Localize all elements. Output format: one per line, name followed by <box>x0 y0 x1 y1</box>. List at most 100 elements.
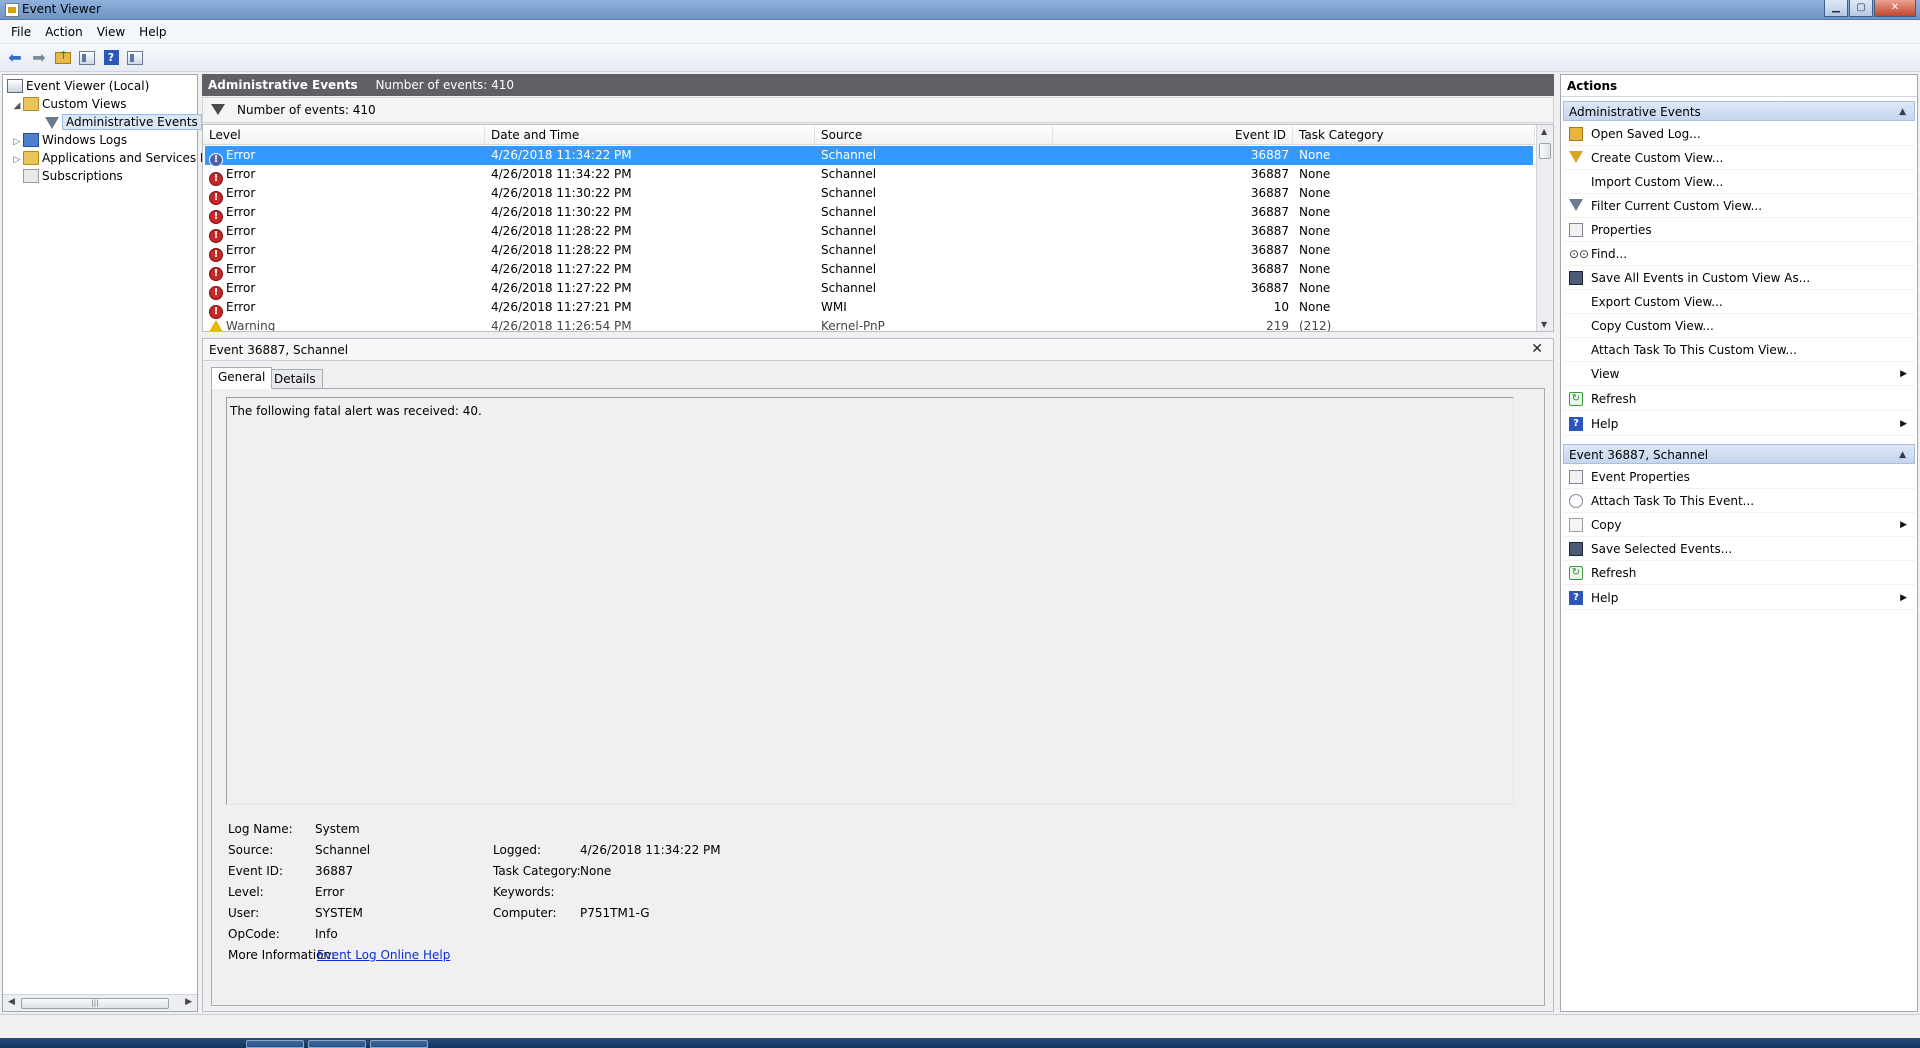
event-row[interactable]: ! Error 4/26/2018 11:30:22 PM Schannel 36… <box>205 203 1533 224</box>
event-row[interactable]: ! Error 4/26/2018 11:27:22 PM Schannel 36… <box>205 279 1533 300</box>
expanded-triangle-icon[interactable]: ◢ <box>11 97 23 115</box>
tree-horizontal-scrollbar[interactable]: ◀ ||| ▶ <box>3 994 197 1011</box>
collapsed-triangle-icon[interactable]: ▷ <box>11 151 23 169</box>
event-viewer-app-icon <box>5 3 19 17</box>
action-attach-task-to-event[interactable]: Attach Task To This Event... <box>1563 490 1915 513</box>
label-computer: Computer: <box>493 906 557 920</box>
event-row[interactable]: ! Error 4/26/2018 11:28:22 PM Schannel 36… <box>205 241 1533 262</box>
tab-general[interactable]: General <box>211 367 273 389</box>
back-button[interactable]: ⬅ <box>4 48 26 68</box>
filter-bar: Number of events: 410 <box>202 97 1554 123</box>
column-header-date-and-time[interactable]: Date and Time <box>485 125 815 145</box>
event-row[interactable]: ! Error 4/26/2018 11:27:22 PM Schannel 36… <box>205 260 1533 281</box>
action-export-custom-view[interactable]: Export Custom View... <box>1563 291 1915 314</box>
tree-node-windows-logs[interactable]: ▷ Windows Logs <box>11 131 127 149</box>
save-disk-icon <box>1569 542 1583 556</box>
actions-section-administrative-events[interactable]: Administrative Events ▲ <box>1563 101 1915 121</box>
show-hide-console-tree-button[interactable] <box>76 48 98 68</box>
action-view[interactable]: View ▶ <box>1563 363 1915 386</box>
scroll-down-icon[interactable]: ▼ <box>1541 320 1547 329</box>
action-pane-icon <box>127 50 143 65</box>
value-log-name: System <box>315 822 360 836</box>
event-message-box[interactable]: The following fatal alert was received: … <box>226 397 1514 805</box>
folder-icon <box>23 151 39 165</box>
menu-view[interactable]: View <box>90 25 132 39</box>
label-opcode: OpCode: <box>228 927 280 941</box>
action-help[interactable]: ? Help ▶ <box>1563 413 1915 436</box>
scroll-up-icon[interactable]: ▲ <box>1541 127 1547 136</box>
action-save-selected-events[interactable]: Save Selected Events... <box>1563 538 1915 561</box>
label-user: User: <box>228 906 260 920</box>
submenu-arrow-icon: ▶ <box>1900 419 1907 429</box>
warning-icon <box>209 320 223 331</box>
up-one-level-button[interactable] <box>52 48 74 68</box>
scroll-right-icon[interactable]: ▶ <box>185 997 192 1007</box>
column-header-task-category[interactable]: Task Category <box>1293 125 1535 145</box>
show-hide-action-pane-button[interactable] <box>124 48 146 68</box>
collapse-icon[interactable]: ▲ <box>1899 102 1906 122</box>
action-event-properties[interactable]: Event Properties <box>1563 466 1915 489</box>
action-copy-custom-view[interactable]: Copy Custom View... <box>1563 315 1915 338</box>
event-row[interactable]: Warning 4/26/2018 11:26:54 PM Kernel-PnP… <box>205 317 1533 331</box>
action-copy[interactable]: Copy ▶ <box>1563 514 1915 537</box>
menu-help[interactable]: Help <box>132 25 173 39</box>
grid-scroll-thumb[interactable] <box>1539 143 1551 159</box>
view-title: Administrative Events <box>208 78 358 92</box>
close-detail-icon[interactable]: ✕ <box>1531 341 1543 357</box>
scroll-left-icon[interactable]: ◀ <box>8 997 15 1007</box>
maximize-button[interactable]: ▢ <box>1849 0 1873 17</box>
taskbar <box>0 1038 1920 1048</box>
action-properties[interactable]: Properties <box>1563 219 1915 242</box>
action-create-custom-view[interactable]: Create Custom View... <box>1563 147 1915 170</box>
value-user: SYSTEM <box>315 906 363 920</box>
action-attach-task-to-custom-view[interactable]: Attach Task To This Custom View... <box>1563 339 1915 362</box>
event-row[interactable]: ! Error 4/26/2018 11:34:22 PM Schannel 36… <box>205 165 1533 186</box>
tab-details[interactable]: Details <box>267 369 323 389</box>
taskbar-button[interactable] <box>308 1040 366 1048</box>
close-window-button[interactable]: ✕ <box>1874 0 1916 17</box>
taskbar-button[interactable] <box>246 1040 304 1048</box>
windows-logs-icon <box>23 133 39 147</box>
action-refresh-event[interactable]: ↻ Refresh <box>1563 562 1915 585</box>
event-row[interactable]: ! Error 4/26/2018 11:28:22 PM Schannel 36… <box>205 222 1533 243</box>
actions-section-event[interactable]: Event 36887, Schannel ▲ <box>1563 444 1915 464</box>
minimize-button[interactable]: ▁ <box>1824 0 1848 17</box>
menu-file[interactable]: File <box>4 25 38 39</box>
tree-node-subscriptions[interactable]: Subscriptions <box>23 167 123 185</box>
grid-vertical-scrollbar[interactable]: ▲ ▼ <box>1536 125 1553 331</box>
label-logged: Logged: <box>493 843 542 857</box>
forward-arrow-icon: ➡ <box>32 48 46 67</box>
tree-node-applications-and-services[interactable]: ▷ Applications and Services Lo <box>11 149 214 167</box>
action-help-event[interactable]: ? Help ▶ <box>1563 587 1915 610</box>
menu-action[interactable]: Action <box>38 25 90 39</box>
action-refresh[interactable]: ↻ Refresh <box>1563 388 1915 411</box>
event-row[interactable]: ! Error 4/26/2018 11:30:22 PM Schannel 36… <box>205 184 1533 205</box>
tree-node-custom-views[interactable]: ◢ Custom Views <box>11 95 127 113</box>
tree-scroll-thumb[interactable]: ||| <box>21 998 169 1009</box>
view-header: Administrative Events Number of events: … <box>202 74 1554 96</box>
action-import-custom-view[interactable]: Import Custom View... <box>1563 171 1915 194</box>
help-icon: ? <box>1569 417 1583 431</box>
folder-up-icon <box>55 49 71 64</box>
label-event-id: Event ID: <box>228 864 284 878</box>
help-button[interactable]: ? <box>100 48 122 68</box>
taskbar-button[interactable] <box>370 1040 428 1048</box>
action-open-saved-log[interactable]: Open Saved Log... <box>1563 123 1915 146</box>
event-row[interactable]: ! Error 4/26/2018 11:27:21 PM WMI 10 None <box>205 298 1533 319</box>
column-header-level[interactable]: Level <box>203 125 485 145</box>
help-icon: ? <box>1569 591 1583 605</box>
forward-button[interactable]: ➡ <box>28 48 50 68</box>
tree-node-administrative-events[interactable]: Administrative Events <box>45 113 202 131</box>
action-filter-current-custom-view[interactable]: Filter Current Custom View... <box>1563 195 1915 218</box>
tree-node-event-viewer-local[interactable]: Event Viewer (Local) <box>7 77 149 95</box>
action-save-all-events[interactable]: Save All Events in Custom View As... <box>1563 267 1915 290</box>
collapse-icon[interactable]: ▲ <box>1899 445 1906 465</box>
value-source: Schannel <box>315 843 371 857</box>
copy-icon <box>1569 518 1583 532</box>
column-header-event-id[interactable]: Event ID <box>1053 125 1293 145</box>
event-log-online-help-link[interactable]: Event Log Online Help <box>317 948 450 962</box>
event-row[interactable]: ! Error 4/26/2018 11:34:22 PM Schannel 36… <box>205 146 1533 167</box>
column-header-source[interactable]: Source <box>815 125 1053 145</box>
action-find[interactable]: ⊙⊙ Find... <box>1563 243 1915 266</box>
value-computer: P751TM1-G <box>580 906 650 920</box>
